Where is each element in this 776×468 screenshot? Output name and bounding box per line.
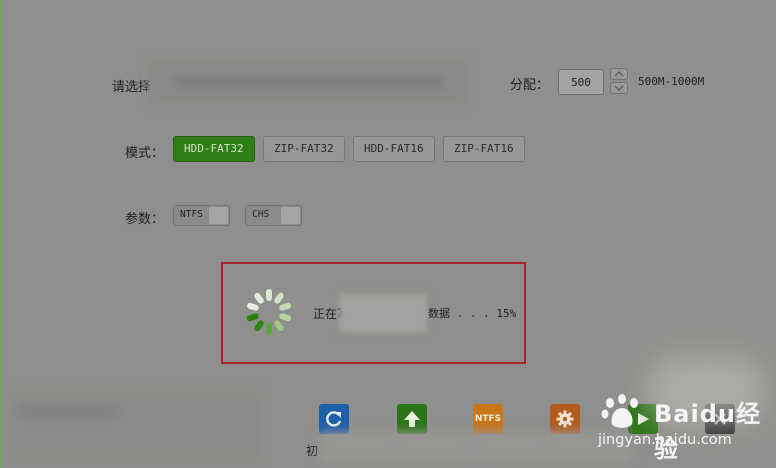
ntfs-toggle-label: NTFS xyxy=(180,209,203,220)
label-redaction xyxy=(398,432,478,462)
chs-toggle[interactable]: CHS xyxy=(245,205,302,226)
baidu-watermark: Baidu经验 jingyan.baidu.com xyxy=(584,356,774,464)
disk-select-dropdown[interactable] xyxy=(148,60,468,104)
ntfs-toggle[interactable]: NTFS xyxy=(173,205,230,226)
ntfs-button[interactable]: NTFS xyxy=(473,404,503,434)
settings-button[interactable] xyxy=(550,404,580,434)
chs-toggle-label: CHS xyxy=(252,209,270,220)
mode-hdd-fat32-button[interactable]: HDD-FAT32 xyxy=(173,136,255,162)
spin-down-button[interactable] xyxy=(610,82,628,94)
toolbar-first-label: 初 xyxy=(306,444,319,458)
watermark-brand: Baidu经验 xyxy=(654,400,761,463)
alloc-label: 分配： xyxy=(510,78,550,93)
watermark-url: jingyan.baidu.com xyxy=(598,432,732,448)
mode-zip-fat32-button[interactable]: ZIP-FAT32 xyxy=(263,136,345,162)
label-redaction xyxy=(320,432,400,462)
alloc-range-text: 500M-1000M xyxy=(638,75,705,88)
loading-spinner-icon xyxy=(246,289,292,335)
upload-arrow-icon xyxy=(404,411,420,427)
toggle-knob xyxy=(281,207,300,224)
bottom-info-area xyxy=(6,390,260,462)
refresh-icon xyxy=(326,411,342,427)
progress-redaction xyxy=(339,294,427,332)
spin-up-button[interactable] xyxy=(610,68,628,80)
mode-hdd-fat16-button[interactable]: HDD-FAT16 xyxy=(353,136,435,162)
toggle-knob xyxy=(209,207,228,224)
progress-text-suffix: 数据 . . . 15% xyxy=(428,307,517,320)
progress-dialog: 正在写 数据 . . . 15% xyxy=(221,262,526,364)
gear-icon xyxy=(556,410,574,428)
mode-label: 模式： xyxy=(125,146,165,161)
chevron-up-icon xyxy=(614,71,624,77)
refresh-button[interactable] xyxy=(319,404,349,434)
alloc-size-input[interactable]: 500 xyxy=(558,69,604,95)
disk-select-label: 请选择 xyxy=(112,80,152,95)
paw-logo-icon xyxy=(601,394,638,428)
label-redaction xyxy=(474,432,554,462)
mode-zip-fat16-button[interactable]: ZIP-FAT16 xyxy=(443,136,525,162)
params-label: 参数： xyxy=(125,212,165,227)
chevron-down-icon xyxy=(614,85,624,91)
upload-button[interactable] xyxy=(397,404,427,434)
ntfs-icon: NTFS xyxy=(474,414,502,424)
app-window: 请选择 分配： 500 500M-1000M 模式： HDD-FAT32 ZIP… xyxy=(0,0,776,468)
